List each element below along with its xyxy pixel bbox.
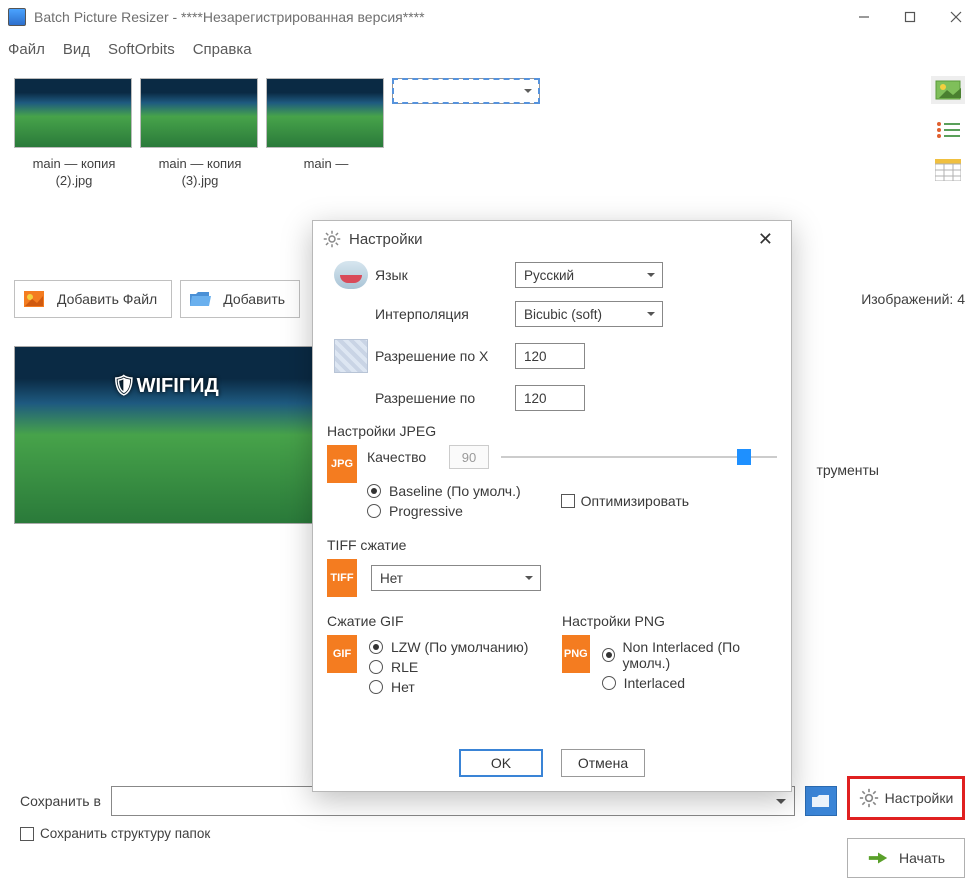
resolution-y-input[interactable]: 120 (515, 385, 585, 411)
language-select[interactable]: Русский (515, 262, 663, 288)
app-icon (8, 8, 26, 26)
quality-slider[interactable] (501, 449, 777, 465)
menu-file[interactable]: Файл (8, 41, 45, 58)
add-folder-button[interactable]: Добавить (180, 280, 300, 318)
settings-button[interactable]: Настройки (847, 776, 965, 820)
resolution-x-label: Разрешение по X (375, 348, 515, 364)
resolution-y-label: Разрешение по (375, 390, 515, 406)
resolution-x-input[interactable]: 120 (515, 343, 585, 369)
jpeg-progressive-radio[interactable]: Progressive (367, 503, 521, 519)
jpeg-optimize-checkbox[interactable]: Оптимизировать (561, 493, 689, 509)
settings-dialog: Настройки ✕ Язык Русский Интерполяция Bi… (312, 220, 792, 792)
dialog-title: Настройки (349, 231, 423, 248)
thumbnail-name: main — копия (2).jpg (14, 156, 134, 190)
keep-structure-label: Сохранить структуру папок (40, 826, 210, 841)
gif-none-radio[interactable]: Нет (369, 679, 528, 695)
thumbnail-name: main — (266, 156, 386, 173)
tiff-compression-select[interactable]: Нет (371, 565, 541, 591)
jpeg-section-title: Настройки JPEG (327, 423, 777, 439)
keep-structure-checkbox[interactable] (20, 827, 34, 841)
thumbnail-item[interactable]: main — (266, 78, 386, 190)
menu-help[interactable]: Справка (193, 41, 252, 58)
gif-icon: GIF (327, 635, 357, 673)
menu-view[interactable]: Вид (63, 41, 90, 58)
browse-folder-button[interactable] (805, 786, 837, 816)
settings-button-label: Настройки (885, 790, 954, 806)
resolution-icon (334, 339, 368, 373)
maximize-button[interactable] (887, 1, 933, 33)
thumbnail-image (140, 78, 258, 148)
thumbnail-image (392, 78, 540, 104)
dialog-ok-button[interactable]: OK (459, 749, 543, 777)
thumbnail-item[interactable] (392, 78, 512, 190)
gif-section-title: Сжатие GIF (327, 613, 542, 629)
png-icon: PNG (562, 635, 590, 673)
language-label: Язык (375, 267, 515, 283)
png-noninterlaced-radio[interactable]: Non Interlaced (По умолч.) (602, 639, 777, 671)
gif-rle-radio[interactable]: RLE (369, 659, 528, 675)
png-interlaced-radio[interactable]: Interlaced (602, 675, 777, 691)
save-in-label: Сохранить в (20, 793, 101, 809)
preview-image: 🛡WIFIГИД (14, 346, 316, 524)
quality-input[interactable]: 90 (449, 445, 489, 469)
window-title: Batch Picture Resizer - ****Незарегистри… (34, 9, 425, 25)
thumbnail-item[interactable]: main — копия (2).jpg (14, 78, 134, 190)
close-button[interactable] (933, 1, 979, 33)
menubar: Файл Вид SoftOrbits Справка (0, 34, 979, 64)
thumbnail-image (266, 78, 384, 148)
quality-label: Качество (367, 449, 437, 465)
thumbnail-name: main — копия (3).jpg (140, 156, 260, 190)
language-icon (334, 261, 368, 289)
add-folder-label: Добавить (223, 291, 285, 307)
thumbnail-strip: main — копия (2).jpg main — копия (3).jp… (14, 72, 965, 190)
view-list-icon[interactable] (931, 116, 965, 144)
interpolation-label: Интерполяция (375, 306, 515, 322)
dialog-close-button[interactable]: ✕ (750, 225, 781, 254)
peek-instruments-label: трументы (816, 462, 879, 478)
jpeg-baseline-radio[interactable]: Baseline (По умолч.) (367, 483, 521, 499)
add-file-label: Добавить Файл (57, 291, 157, 307)
images-count: Изображений: 4 (861, 291, 965, 307)
start-button-label: Начать (899, 850, 945, 866)
thumbnail-item[interactable]: main — копия (3).jpg (140, 78, 260, 190)
menu-softorbits[interactable]: SoftOrbits (108, 41, 175, 58)
thumbnail-image (14, 78, 132, 148)
interpolation-select[interactable]: Bicubic (soft) (515, 301, 663, 327)
gear-icon (323, 230, 341, 248)
add-file-button[interactable]: Добавить Файл (14, 280, 172, 318)
png-section-title: Настройки PNG (562, 613, 777, 629)
preview-logo-text: 🛡WIFIГИД (111, 373, 219, 398)
titlebar: Batch Picture Resizer - ****Незарегистри… (0, 0, 979, 34)
start-button[interactable]: Начать (847, 838, 965, 878)
view-grid-icon[interactable] (931, 156, 965, 184)
minimize-button[interactable] (841, 1, 887, 33)
gif-lzw-radio[interactable]: LZW (По умолчанию) (369, 639, 528, 655)
tiff-icon: TIFF (327, 559, 357, 597)
jpg-icon: JPG (327, 445, 357, 483)
dialog-cancel-button[interactable]: Отмена (561, 749, 645, 777)
view-thumbnails-icon[interactable] (931, 76, 965, 104)
tiff-section-title: TIFF сжатие (327, 537, 777, 553)
